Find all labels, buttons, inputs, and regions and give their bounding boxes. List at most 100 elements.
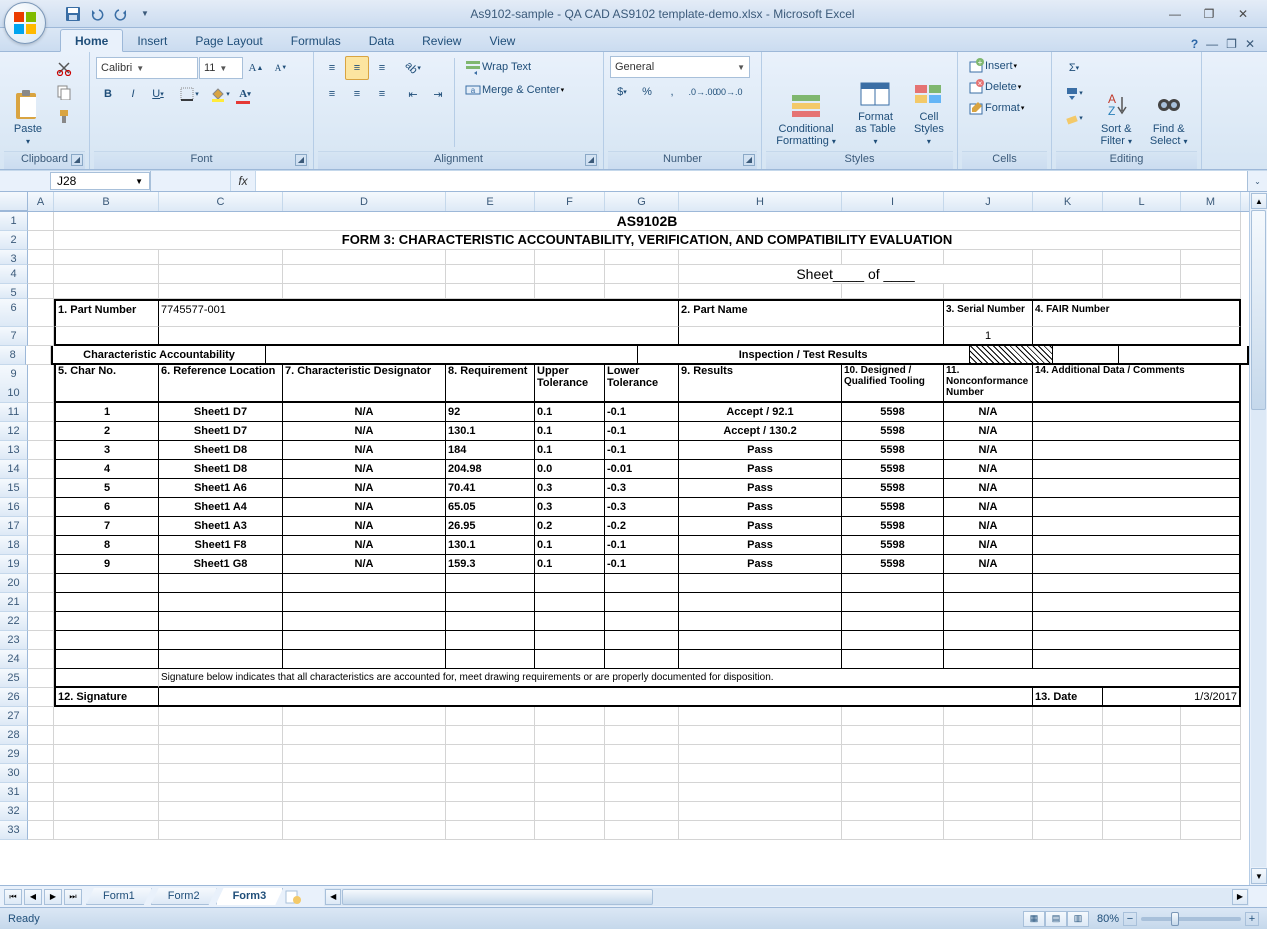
cell[interactable]	[54, 593, 159, 612]
cell[interactable]: 1. Part Number	[54, 299, 159, 327]
cell[interactable]: Accept / 92.1	[679, 403, 842, 422]
redo-button[interactable]	[110, 3, 132, 25]
cell[interactable]	[1181, 745, 1241, 764]
cell[interactable]: N/A	[283, 536, 446, 555]
cell[interactable]	[28, 265, 54, 284]
increase-indent-button[interactable]: ⇥	[426, 82, 450, 106]
cell[interactable]	[842, 284, 944, 299]
cell[interactable]	[679, 284, 842, 299]
cell[interactable]	[446, 650, 535, 669]
underline-button[interactable]: U ▾	[146, 82, 170, 106]
cell[interactable]	[679, 631, 842, 650]
cell[interactable]	[944, 631, 1033, 650]
cell[interactable]	[54, 802, 159, 821]
cell[interactable]	[1033, 460, 1241, 479]
cell[interactable]	[1103, 764, 1181, 783]
increase-decimal-button[interactable]: .0→.00	[691, 80, 715, 104]
normal-view-button[interactable]: ▦	[1023, 911, 1045, 927]
cell[interactable]	[1103, 821, 1181, 840]
cell[interactable]	[283, 284, 446, 299]
cell[interactable]: 130.1	[446, 422, 535, 441]
row-header[interactable]: 14	[0, 460, 28, 479]
row-header[interactable]: 18	[0, 536, 28, 555]
cell[interactable]	[842, 726, 944, 745]
cell[interactable]	[1033, 250, 1103, 265]
cell[interactable]	[535, 821, 605, 840]
cell[interactable]	[842, 250, 944, 265]
cell[interactable]: 159.3	[446, 555, 535, 574]
cell[interactable]: 0.1	[535, 441, 605, 460]
cell[interactable]	[944, 707, 1033, 726]
cell[interactable]: N/A	[944, 498, 1033, 517]
cell[interactable]	[28, 479, 54, 498]
col-header[interactable]: F	[535, 192, 605, 211]
cell[interactable]	[1033, 707, 1103, 726]
cell[interactable]	[28, 365, 54, 403]
cell[interactable]: N/A	[283, 555, 446, 574]
zoom-out-button[interactable]: −	[1123, 912, 1137, 926]
cell[interactable]	[28, 745, 54, 764]
paste-button[interactable]: Paste▾	[6, 56, 50, 149]
row-header[interactable]: 7	[0, 327, 28, 346]
cell[interactable]: Inspection / Test Results	[638, 346, 970, 365]
cell[interactable]	[535, 250, 605, 265]
cell[interactable]: 14. Additional Data / Comments	[1033, 365, 1241, 403]
cell[interactable]	[283, 650, 446, 669]
cell[interactable]	[1181, 821, 1241, 840]
sheet-tab-form3[interactable]: Form3	[216, 888, 284, 905]
cell[interactable]	[605, 650, 679, 669]
cell[interactable]	[1033, 555, 1241, 574]
office-button[interactable]	[4, 2, 54, 50]
cell[interactable]	[54, 726, 159, 745]
cell[interactable]	[944, 745, 1033, 764]
cell[interactable]: 0.1	[535, 555, 605, 574]
worksheet-grid[interactable]: A B C D E F G H I J K L M 1AS9102B2FORM …	[0, 192, 1249, 885]
cell[interactable]	[283, 574, 446, 593]
cell[interactable]	[605, 802, 679, 821]
cell[interactable]	[54, 612, 159, 631]
cell[interactable]	[446, 250, 535, 265]
cell[interactable]	[842, 650, 944, 669]
cell[interactable]: 6. Reference Location	[159, 365, 283, 403]
cell[interactable]: AS9102B	[54, 212, 1241, 231]
cell[interactable]: -0.1	[605, 441, 679, 460]
tab-review[interactable]: Review	[408, 30, 475, 51]
cell[interactable]	[159, 764, 283, 783]
cell[interactable]	[944, 802, 1033, 821]
cell[interactable]	[54, 631, 159, 650]
cell[interactable]: Pass	[679, 441, 842, 460]
align-bottom-button[interactable]: ≡	[370, 56, 394, 80]
cell[interactable]	[679, 726, 842, 745]
cell[interactable]: Upper Tolerance	[535, 365, 605, 403]
cell[interactable]	[944, 284, 1033, 299]
cell[interactable]: N/A	[283, 498, 446, 517]
qat-customize[interactable]: ▼	[134, 3, 156, 25]
tab-data[interactable]: Data	[355, 30, 408, 51]
cell[interactable]	[28, 726, 54, 745]
cell[interactable]	[1033, 783, 1103, 802]
col-header[interactable]: H	[679, 192, 842, 211]
cell[interactable]	[605, 284, 679, 299]
cell[interactable]: Sheet1 D8	[159, 441, 283, 460]
formula-input[interactable]	[256, 171, 1247, 191]
row-header[interactable]: 24	[0, 650, 28, 669]
cell[interactable]: Sheet1 D7	[159, 422, 283, 441]
cell[interactable]	[944, 612, 1033, 631]
cell[interactable]	[1181, 707, 1241, 726]
cell[interactable]	[28, 327, 54, 346]
autosum-button[interactable]: Σ ▾	[1058, 56, 1090, 80]
row-header[interactable]: 30	[0, 764, 28, 783]
cell[interactable]	[1033, 821, 1103, 840]
cell[interactable]	[679, 250, 842, 265]
cell[interactable]	[283, 631, 446, 650]
cell[interactable]: N/A	[283, 460, 446, 479]
cell[interactable]	[266, 346, 637, 365]
cut-button[interactable]	[52, 56, 76, 80]
fill-button[interactable]: ▾	[1058, 81, 1090, 105]
vertical-scrollbar[interactable]: ▲ ▼	[1249, 192, 1267, 885]
row-header[interactable]: 17	[0, 517, 28, 536]
cell[interactable]	[535, 650, 605, 669]
cell[interactable]	[28, 612, 54, 631]
cell[interactable]	[446, 802, 535, 821]
cell[interactable]	[1103, 265, 1181, 284]
